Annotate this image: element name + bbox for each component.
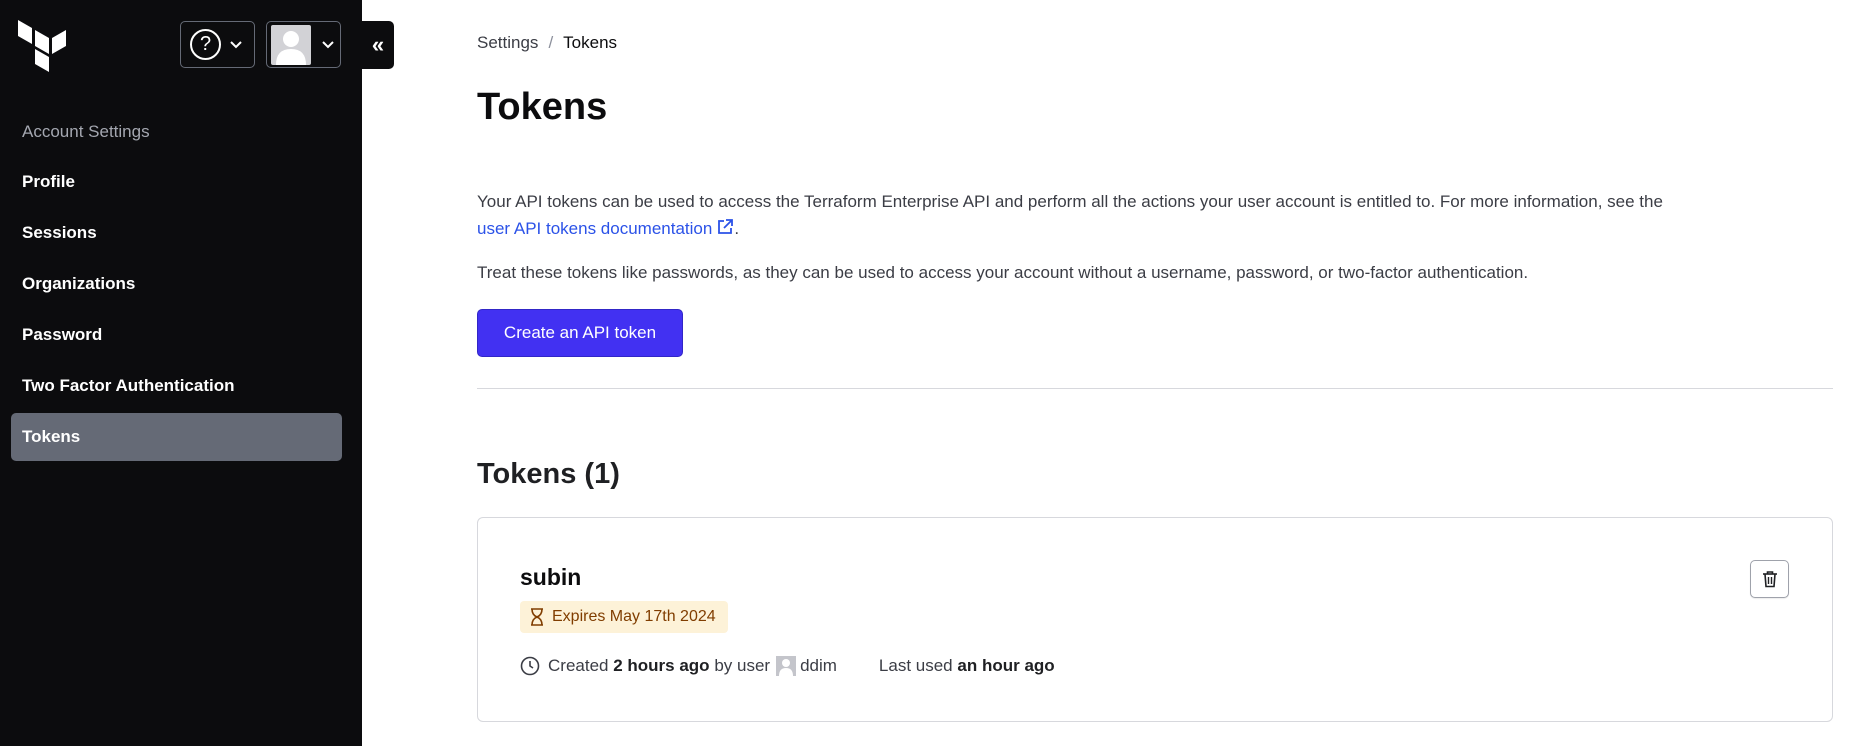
page-description: Your API tokens can be used to access th… bbox=[477, 188, 1837, 242]
breadcrumb-separator: / bbox=[548, 33, 554, 52]
by-user-label: by user bbox=[714, 656, 771, 675]
help-circle-icon: ? bbox=[190, 29, 221, 60]
sidebar-section-label: Account Settings bbox=[22, 122, 150, 141]
expires-badge: Expires May 17th 2024 bbox=[520, 601, 728, 633]
token-warning-text: Treat these tokens like passwords, as th… bbox=[477, 263, 1529, 282]
help-glyph: ? bbox=[199, 33, 212, 55]
main-content: Settings / Tokens Tokens Your API tokens… bbox=[477, 0, 1837, 746]
breadcrumb-settings-link[interactable]: Settings bbox=[477, 33, 538, 53]
chevron-down-icon bbox=[230, 40, 242, 48]
api-docs-link[interactable]: user API tokens documentation bbox=[477, 219, 734, 238]
sidebar-nav: Profile Sessions Organizations Password … bbox=[11, 158, 342, 464]
sidebar-item-profile[interactable]: Profile bbox=[11, 158, 342, 206]
user-avatar-icon bbox=[776, 656, 797, 676]
created-time: 2 hours ago bbox=[613, 656, 710, 675]
sidebar-item-two-factor-authentication[interactable]: Two Factor Authentication bbox=[11, 362, 342, 410]
last-used-label: Last used bbox=[878, 656, 953, 675]
token-name: subin bbox=[520, 564, 582, 590]
divider bbox=[477, 388, 1833, 389]
tokens-section-title: Tokens (1) bbox=[477, 458, 620, 490]
external-link-icon bbox=[718, 219, 734, 234]
hourglass-icon bbox=[531, 608, 543, 626]
user-avatar-icon bbox=[271, 24, 311, 65]
token-card: subin Expires May 17th 2024 Created 2 ho… bbox=[477, 517, 1833, 722]
sidebar: ? Account Settings Profile Sessions Orga… bbox=[0, 0, 362, 746]
sidebar-item-tokens[interactable]: Tokens bbox=[11, 413, 342, 461]
delete-token-button[interactable] bbox=[1750, 560, 1789, 598]
expires-text: Expires May 17th 2024 bbox=[552, 608, 716, 625]
help-menu-button[interactable]: ? bbox=[180, 21, 255, 68]
create-api-token-button[interactable]: Create an API token bbox=[477, 309, 683, 357]
breadcrumb-current: Tokens bbox=[563, 33, 618, 52]
sidebar-item-organizations[interactable]: Organizations bbox=[11, 260, 342, 308]
sidebar-item-sessions[interactable]: Sessions bbox=[11, 209, 342, 257]
description-end: . bbox=[734, 219, 740, 238]
created-prefix: Created bbox=[548, 656, 609, 675]
token-user: ddim bbox=[800, 656, 837, 675]
last-used-time: an hour ago bbox=[957, 656, 1055, 675]
collapse-sidebar-button[interactable]: « bbox=[362, 21, 394, 69]
token-meta: Created 2 hours ago by user ddim Last us… bbox=[520, 656, 1055, 676]
chevron-down-icon bbox=[322, 40, 334, 48]
page-title: Tokens bbox=[477, 86, 608, 128]
description-text: Your API tokens can be used to access th… bbox=[477, 192, 1663, 211]
user-menu-button[interactable] bbox=[266, 21, 341, 68]
terraform-logo-icon[interactable] bbox=[18, 20, 68, 72]
trash-icon bbox=[1762, 571, 1777, 588]
api-docs-link-label: user API tokens documentation bbox=[477, 219, 713, 238]
double-chevron-left-icon: « bbox=[371, 32, 385, 57]
clock-icon bbox=[520, 656, 540, 676]
sidebar-item-password[interactable]: Password bbox=[11, 311, 342, 359]
breadcrumb: Settings / Tokens bbox=[477, 33, 617, 53]
